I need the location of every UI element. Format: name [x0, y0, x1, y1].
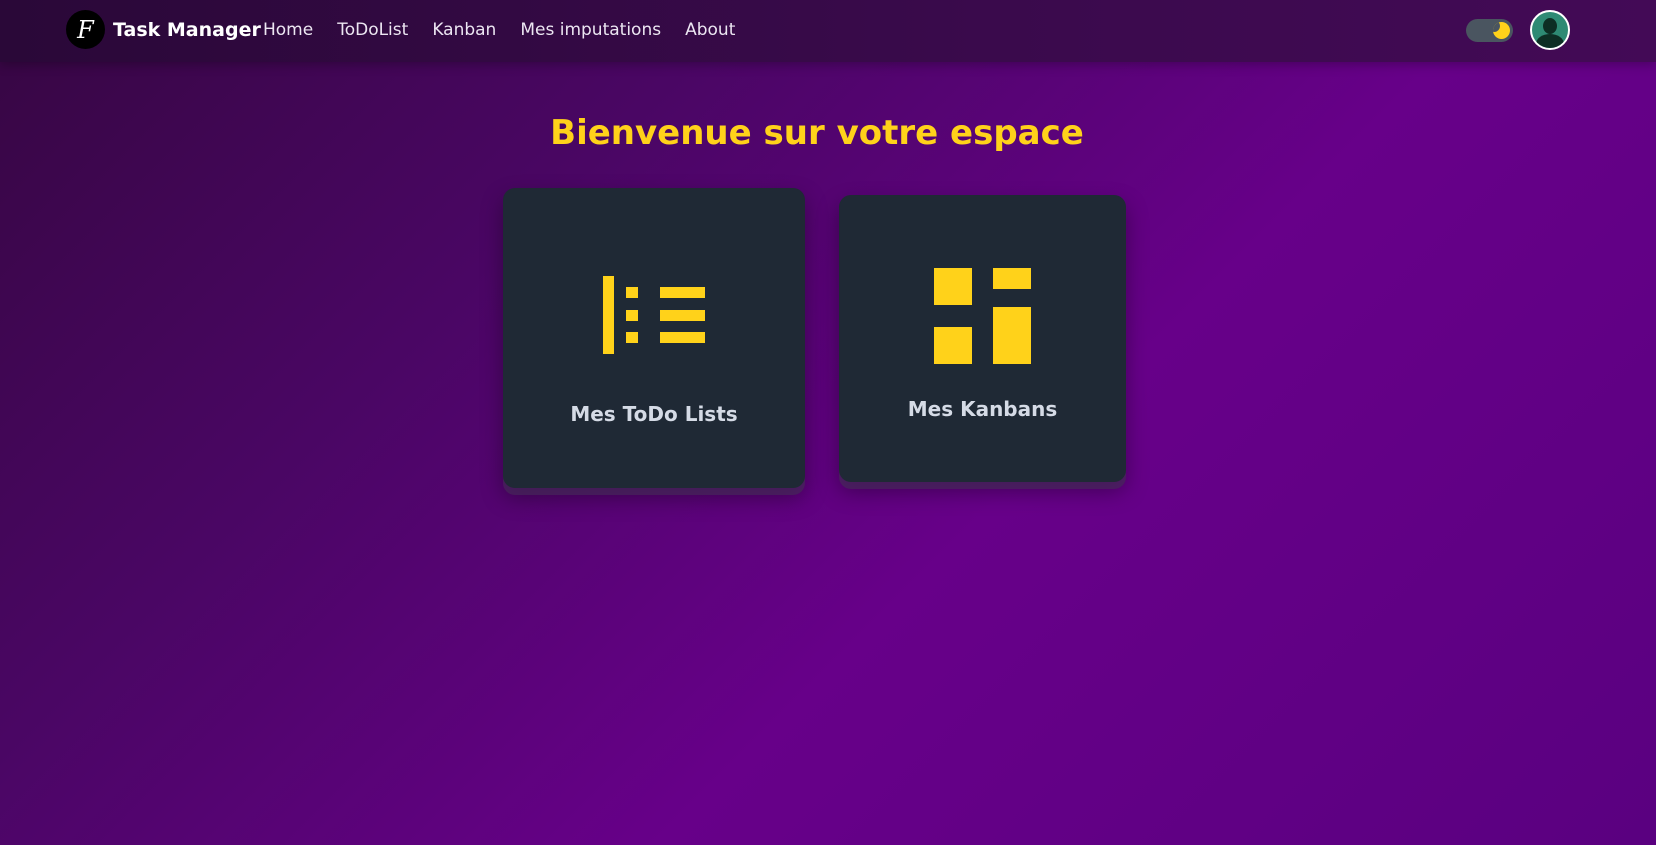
user-avatar-icon[interactable] — [1530, 10, 1570, 50]
nav-link-imputations[interactable]: Mes imputations — [520, 18, 661, 42]
nav-link-about[interactable]: About — [685, 18, 735, 42]
nav-link-todolist[interactable]: ToDoList — [337, 18, 408, 42]
top-navbar: F Task Manager Home ToDoList Kanban Mes … — [0, 0, 1656, 62]
nav-link-kanban[interactable]: Kanban — [432, 18, 496, 42]
todo-lists-card[interactable]: Mes ToDo Lists — [503, 188, 805, 488]
logo-icon[interactable]: F — [66, 10, 105, 49]
nav-links: Home ToDoList Kanban Mes imputations Abo… — [263, 18, 759, 42]
kanbans-card[interactable]: Mes Kanbans — [839, 195, 1126, 482]
theme-toggle[interactable] — [1466, 19, 1513, 42]
logo-letter: F — [77, 15, 94, 44]
todo-lists-label: Mes ToDo Lists — [570, 402, 738, 426]
page-title: Bienvenue sur votre espace — [550, 113, 1084, 153]
kanbans-label: Mes Kanbans — [907, 397, 1058, 421]
brand-name[interactable]: Task Manager — [113, 17, 261, 43]
nav-link-home[interactable]: Home — [263, 18, 313, 42]
moon-icon — [1493, 22, 1510, 39]
